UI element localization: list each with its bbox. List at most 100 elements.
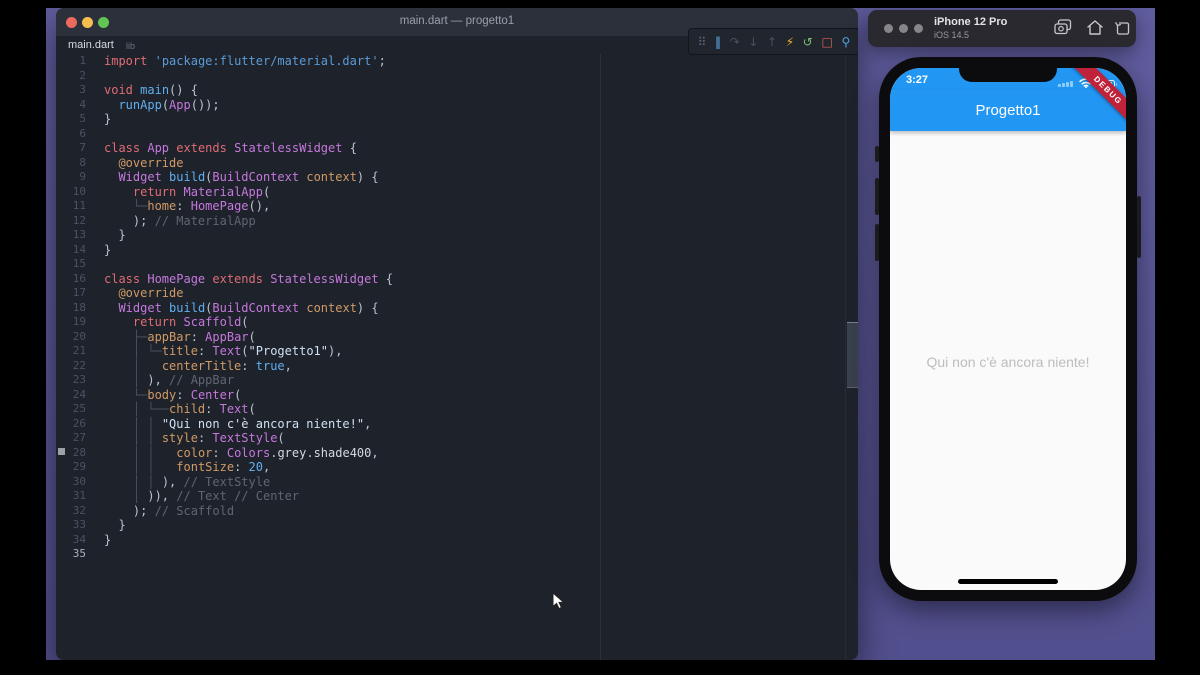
code-line-17[interactable]: 17 @override (56, 286, 846, 301)
code-line-33[interactable]: 33 } (56, 518, 846, 533)
line-number[interactable]: 5 (56, 112, 86, 127)
line-number[interactable]: 2 (56, 69, 86, 84)
code-line-18[interactable]: 18 Widget build(BuildContext context) { (56, 301, 846, 316)
hot-restart-icon[interactable]: ↺ (803, 36, 813, 48)
code-text: ); // MaterialApp (104, 213, 256, 228)
line-number[interactable]: 18 (56, 301, 86, 316)
line-number[interactable]: 3 (56, 83, 86, 98)
line-number[interactable]: 27 (56, 431, 86, 446)
code-line-21[interactable]: 21 │ └─title: Text("Progetto1"), (56, 344, 846, 359)
code-line-8[interactable]: 8 @override (56, 156, 846, 171)
code-line-30[interactable]: 30 │ │ ), // TextStyle (56, 475, 846, 490)
code-line-3[interactable]: 3 void main() { (56, 83, 846, 98)
line-number[interactable]: 31 (56, 489, 86, 504)
editor-scrollbar[interactable] (845, 54, 858, 660)
line-number[interactable]: 30 (56, 475, 86, 490)
line-number[interactable]: 17 (56, 286, 86, 301)
rotate-icon[interactable] (1114, 19, 1131, 41)
step-out-icon[interactable]: ↑ (767, 36, 777, 48)
line-number[interactable]: 20 (56, 330, 86, 345)
code-line-15[interactable]: 15 (56, 257, 846, 272)
code-text: } (104, 532, 112, 547)
line-number[interactable]: 1 (56, 54, 86, 69)
code-line-14[interactable]: 14} (56, 243, 846, 258)
home-indicator[interactable] (958, 579, 1058, 584)
code-line-4[interactable]: 4 runApp(App()); (56, 98, 846, 113)
code-line-34[interactable]: 34} (56, 533, 846, 548)
code-text: import 'package:flutter/material.dart'; (104, 54, 386, 68)
line-number[interactable]: 22 (56, 359, 86, 374)
stop-icon[interactable]: □ (821, 36, 832, 48)
code-line-10[interactable]: 10 return MaterialApp( (56, 185, 846, 200)
code-line-5[interactable]: 5} (56, 112, 846, 127)
color-swatch-decoration[interactable] (58, 448, 65, 455)
code-text: │ │ color: Colors.grey.shade400, (132, 445, 379, 460)
line-number[interactable]: 7 (56, 141, 86, 156)
line-number[interactable]: 11 (56, 199, 86, 214)
line-number[interactable]: 6 (56, 127, 86, 142)
line-number[interactable]: 19 (56, 315, 86, 330)
code-line-1[interactable]: 1 import 'package:flutter/material.dart'; (56, 54, 846, 69)
code-line-31[interactable]: 31 │ )), // Text // Center (56, 489, 846, 504)
code-line-11[interactable]: 11 └─home: HomePage(), (56, 199, 846, 214)
code-line-20[interactable]: 20 ├─appBar: AppBar( (56, 330, 846, 345)
code-line-32[interactable]: 32 ); // Scaffold (56, 504, 846, 519)
hot-reload-icon[interactable]: ⚡ (786, 36, 794, 48)
step-into-icon[interactable]: ↓ (748, 36, 758, 48)
line-number[interactable]: 34 (56, 533, 86, 548)
notch (959, 68, 1057, 82)
code-line-16[interactable]: 16 class HomePage extends StatelessWidget… (56, 272, 846, 287)
line-number[interactable]: 26 (56, 417, 86, 432)
code-line-12[interactable]: 12 ); // MaterialApp (56, 214, 846, 229)
code-line-9[interactable]: 9 Widget build(BuildContext context) { (56, 170, 846, 185)
line-number[interactable]: 8 (56, 156, 86, 171)
line-number[interactable]: 9 (56, 170, 86, 185)
cellular-signal-icon (1058, 81, 1074, 87)
line-number[interactable]: 29 (56, 460, 86, 475)
line-number[interactable]: 21 (56, 344, 86, 359)
line-number[interactable]: 16 (56, 272, 86, 287)
line-number[interactable]: 33 (56, 518, 86, 533)
code-line-24[interactable]: 24 └─body: Center( (56, 388, 846, 403)
tab-main-dart[interactable]: main.dart (68, 39, 114, 51)
scrollbar-thumb[interactable] (847, 322, 858, 388)
line-number[interactable]: 12 (56, 214, 86, 229)
line-number[interactable]: 15 (56, 257, 86, 272)
code-text: runApp(App()); (118, 97, 220, 112)
line-number[interactable]: 10 (56, 185, 86, 200)
code-line-23[interactable]: 23 │ ), // AppBar (56, 373, 846, 388)
line-number[interactable]: 25 (56, 402, 86, 417)
line-number[interactable]: 23 (56, 373, 86, 388)
code-line-19[interactable]: 19 return Scaffold( (56, 315, 846, 330)
code-line-2[interactable]: 2 (56, 69, 846, 84)
code-line-25[interactable]: 25 │ └──child: Text( (56, 402, 846, 417)
code-editor[interactable]: 1 import 'package:flutter/material.dart';… (56, 54, 846, 562)
drag-handle-icon[interactable]: ⠿ (698, 36, 707, 48)
line-number[interactable]: 24 (56, 388, 86, 403)
line-number[interactable]: 14 (56, 243, 86, 258)
inspector-icon[interactable]: ⚲ (841, 36, 850, 48)
step-over-icon[interactable]: ↷ (730, 36, 740, 48)
volume-up-button (875, 178, 879, 215)
line-number[interactable]: 32 (56, 504, 86, 519)
code-line-35[interactable]: 35 (56, 547, 846, 562)
code-line-29[interactable]: 29 │ │ fontSize: 20, (56, 460, 846, 475)
code-line-13[interactable]: 13 } (56, 228, 846, 243)
line-number[interactable]: 35 (56, 547, 86, 562)
home-icon[interactable] (1086, 19, 1104, 41)
sim-minimize-button[interactable] (899, 24, 908, 33)
sim-close-button[interactable] (884, 24, 893, 33)
sim-zoom-button[interactable] (914, 24, 923, 33)
line-number[interactable]: 4 (56, 98, 86, 113)
code-line-27[interactable]: 27 │ │ style: TextStyle( (56, 431, 846, 446)
code-line-26[interactable]: 26 │ │ "Qui non c'è ancora niente!", (56, 417, 846, 432)
screenshot-icon[interactable] (1054, 19, 1073, 41)
simulator-titlebar[interactable]: iPhone 12 Pro iOS 14.5 (868, 10, 1136, 47)
code-line-7[interactable]: 7 class App extends StatelessWidget { (56, 141, 846, 156)
line-number[interactable]: 13 (56, 228, 86, 243)
code-line-28[interactable]: 28 │ │ color: Colors.grey.shade400, (56, 446, 846, 461)
pause-icon[interactable]: ‖ (715, 36, 721, 48)
code-line-22[interactable]: 22 │ centerTitle: true, (56, 359, 846, 374)
code-line-6[interactable]: 6 (56, 127, 846, 142)
